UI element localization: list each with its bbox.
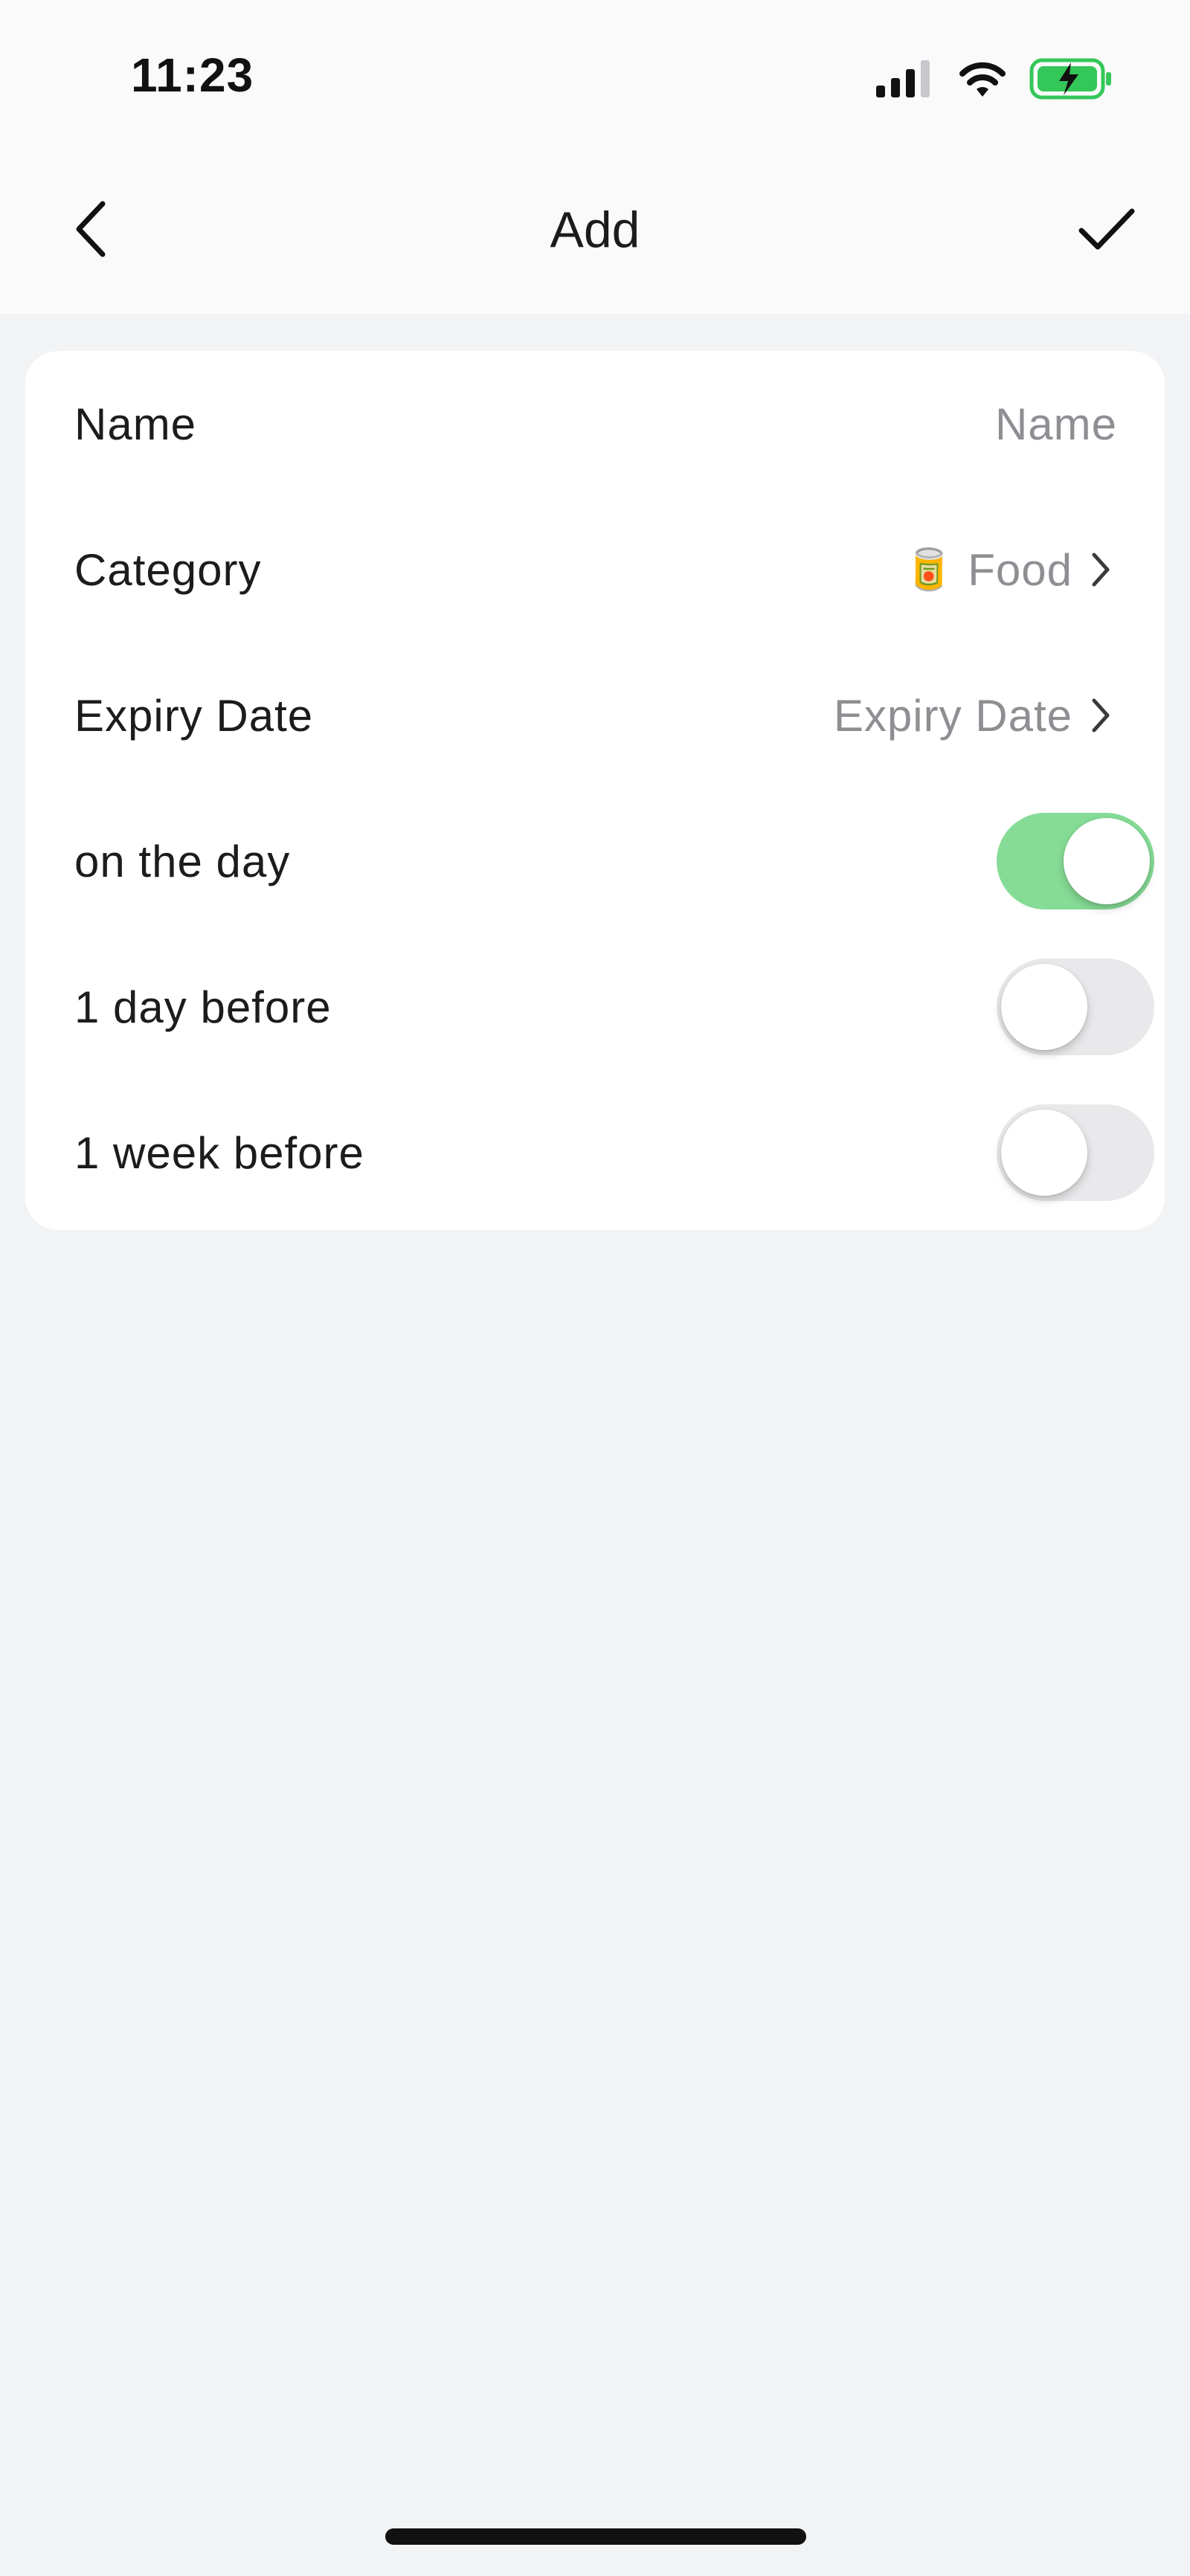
status-icons	[876, 58, 1113, 103]
expiry-date-label: Expiry Date	[74, 690, 314, 741]
cellular-signal-icon	[876, 60, 936, 101]
reminder-label: 1 week before	[74, 1127, 364, 1178]
expiry-value-group: Expiry Date	[834, 690, 1116, 741]
reminder-toggle-1-week-before[interactable]	[997, 1104, 1154, 1201]
toggle-knob	[1064, 818, 1150, 904]
expiry-date-row[interactable]: Expiry Date Expiry Date	[25, 643, 1165, 788]
name-field[interactable]: Name	[995, 399, 1117, 450]
category-value-group: 🥫 Food	[904, 544, 1116, 596]
page-title: Add	[550, 202, 640, 258]
reminder-row-1-day-before: 1 day before	[25, 934, 1165, 1080]
home-indicator	[385, 2528, 806, 2545]
reminder-toggle-1-day-before[interactable]	[997, 959, 1154, 1055]
status-time: 11:23	[131, 48, 254, 102]
food-can-icon: 🥫	[903, 547, 955, 592]
checkmark-icon	[1077, 205, 1136, 257]
chevron-right-icon	[1086, 547, 1116, 592]
category-value: Food	[968, 544, 1072, 595]
name-label: Name	[74, 399, 197, 449]
reminder-row-1-week-before: 1 week before	[25, 1080, 1165, 1226]
reminder-toggle-on-the-day[interactable]	[997, 813, 1154, 909]
category-row[interactable]: Category 🥫 Food	[25, 497, 1165, 643]
expiry-date-value: Expiry Date	[833, 690, 1072, 741]
toggle-knob	[1001, 1110, 1087, 1196]
toggle-knob	[1001, 964, 1087, 1050]
battery-charging-icon	[1029, 58, 1113, 103]
nav-bar: Add	[0, 149, 1190, 314]
reminder-row-on-the-day: on the day	[25, 788, 1165, 934]
reminder-label: 1 day before	[74, 982, 332, 1032]
category-label: Category	[74, 544, 262, 595]
name-row[interactable]: Name Name	[25, 351, 1165, 497]
reminder-label: on the day	[74, 836, 291, 886]
wifi-icon	[956, 59, 1009, 102]
chevron-right-icon	[1086, 693, 1116, 738]
form-card: Name Name Category 🥫 Food Expiry Date Ex…	[25, 351, 1165, 1230]
save-button[interactable]	[1070, 193, 1144, 268]
status-bar: 11:23	[0, 0, 1190, 149]
